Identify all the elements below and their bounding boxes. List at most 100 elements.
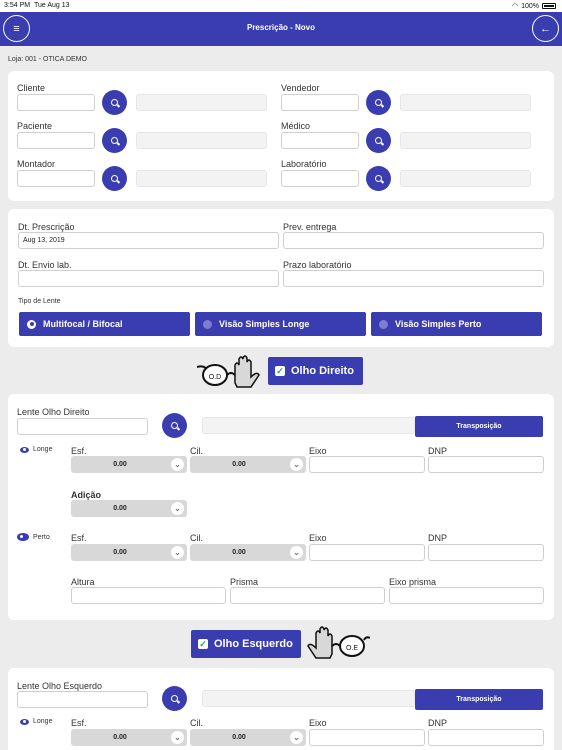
- page-title: Prescrição - Novo: [246, 23, 316, 32]
- od-perto-dnp-input[interactable]: [428, 544, 544, 561]
- paciente-search-button[interactable]: [102, 128, 127, 153]
- search-icon: [375, 137, 382, 144]
- oe-lente-name-field: [202, 690, 415, 707]
- chevron-down-icon: ⌄: [290, 546, 303, 559]
- od-perto-eixo-input[interactable]: [309, 544, 425, 561]
- medico-input[interactable]: [281, 132, 359, 149]
- vendedor-name-field: [400, 94, 531, 111]
- od-longe-esf-select[interactable]: 0.00 ⌄: [71, 456, 187, 473]
- radio-unselected-icon: [379, 319, 388, 329]
- oe-lente-input[interactable]: [17, 691, 148, 708]
- tipo-multifocal-option[interactable]: Multifocal / Bifocal: [19, 312, 190, 336]
- prev-entrega-input[interactable]: [283, 232, 544, 249]
- oe-longe-esf-label: Esf.: [71, 718, 87, 728]
- tipo-multifocal-label: Multifocal / Bifocal: [43, 319, 123, 329]
- search-icon: [375, 175, 382, 182]
- glasses-hand-oe-icon: O.E: [307, 626, 370, 659]
- od-perto-cil-select[interactable]: 0.00 ⌄: [190, 544, 306, 561]
- dt-prescricao-input[interactable]: Aug 13, 2019: [18, 232, 279, 249]
- od-prisma-label: Prisma: [230, 577, 259, 587]
- radio-unselected-icon: [203, 319, 212, 329]
- prazo-input[interactable]: [283, 270, 544, 287]
- dt-prescricao-label: Dt. Prescrição: [18, 222, 75, 232]
- laboratorio-input[interactable]: [281, 170, 359, 187]
- od-lente-name-field: [202, 417, 415, 434]
- oe-longe-cil-select[interactable]: 0.00 ⌄: [190, 729, 306, 746]
- medico-search-button[interactable]: [366, 128, 391, 153]
- nav-bar: ≡ Prescrição - Novo ←: [0, 12, 562, 46]
- oe-longe-esf-select[interactable]: 0.00 ⌄: [71, 729, 187, 746]
- montador-input[interactable]: [17, 170, 95, 187]
- od-eixo-prisma-label: Eixo prisma: [389, 577, 437, 587]
- od-prisma-input[interactable]: [230, 587, 385, 604]
- oe-transposicao-button[interactable]: Transposição: [415, 689, 543, 710]
- wifi-icon: ◠: [511, 3, 519, 10]
- oe-lente-search-button[interactable]: [162, 686, 187, 711]
- chevron-down-icon: ⌄: [290, 458, 303, 471]
- od-perto-dnp-label: DNP: [428, 533, 448, 543]
- oe-longe-eixo-label: Eixo: [309, 718, 327, 728]
- olho-esquerdo-toggle[interactable]: ✓ Olho Esquerdo: [191, 630, 301, 658]
- od-longe-cil-select[interactable]: 0.00 ⌄: [190, 456, 306, 473]
- olho-direito-label: Olho Direito: [291, 365, 354, 377]
- paciente-input[interactable]: [17, 132, 95, 149]
- cliente-input[interactable]: [17, 94, 95, 111]
- laboratorio-search-button[interactable]: [366, 166, 391, 191]
- dt-envio-input[interactable]: [18, 270, 279, 287]
- checkbox-checked-icon: ✓: [198, 639, 208, 649]
- search-icon: [111, 175, 118, 182]
- od-adicao-select[interactable]: 0.00 ⌄: [71, 500, 187, 517]
- od-perto-eixo-label: Eixo: [309, 533, 327, 543]
- montador-label: Montador: [17, 159, 56, 169]
- od-lente-input[interactable]: [17, 418, 148, 435]
- od-longe-eixo-input[interactable]: [309, 456, 425, 473]
- tipo-simples-longe-label: Visão Simples Longe: [219, 319, 310, 329]
- chevron-down-icon: ⌄: [171, 502, 184, 515]
- eye-icon: [17, 533, 29, 541]
- od-lente-label: Lente Olho Direito: [17, 407, 90, 417]
- eye-icon: [20, 718, 29, 725]
- battery-icon: [542, 3, 556, 9]
- vendedor-search-button[interactable]: [366, 90, 391, 115]
- oe-longe-cil-label: Cil.: [190, 718, 203, 728]
- od-card: Lente Olho Direito Transposição Longe Es…: [8, 394, 554, 620]
- prev-entrega-label: Prev. entrega: [283, 222, 337, 232]
- search-icon: [171, 695, 178, 702]
- od-longe-dnp-input[interactable]: [428, 456, 544, 473]
- search-icon: [171, 422, 178, 429]
- oe-longe-eixo-input[interactable]: [309, 729, 425, 746]
- datas-card: Dt. Prescrição Aug 13, 2019 Prev. entreg…: [8, 209, 554, 347]
- od-altura-label: Altura: [71, 577, 95, 587]
- dt-envio-label: Dt. Envio lab.: [18, 260, 72, 270]
- tipo-simples-longe-option[interactable]: Visão Simples Longe: [195, 312, 366, 336]
- battery-percent: 100%: [521, 2, 539, 10]
- od-adicao-label: Adição: [71, 490, 102, 500]
- od-eixo-prisma-input[interactable]: [389, 587, 544, 604]
- olho-direito-toggle[interactable]: ✓ Olho Direito: [268, 357, 363, 385]
- od-lente-search-button[interactable]: [162, 413, 187, 438]
- od-tag: O.D: [209, 374, 221, 381]
- od-perto-esf-label: Esf.: [71, 533, 87, 543]
- montador-search-button[interactable]: [102, 166, 127, 191]
- cliente-search-button[interactable]: [102, 90, 127, 115]
- od-perto-esf-select[interactable]: 0.00 ⌄: [71, 544, 187, 561]
- medico-name-field: [400, 132, 531, 149]
- oe-longe-dnp-label: DNP: [428, 718, 448, 728]
- oe-longe-label: Longe: [20, 718, 52, 725]
- cliente-name-field: [136, 94, 267, 111]
- od-longe-eixo-label: Eixo: [309, 446, 327, 456]
- oe-longe-dnp-input[interactable]: [428, 729, 544, 746]
- search-icon: [375, 99, 382, 106]
- vendedor-input[interactable]: [281, 94, 359, 111]
- oe-card: Lente Olho Esquerdo Transposição Longe E…: [8, 668, 554, 750]
- tipo-simples-perto-option[interactable]: Visão Simples Perto: [371, 312, 542, 336]
- glasses-hand-od-icon: O.D: [197, 355, 260, 388]
- tipo-simples-perto-label: Visão Simples Perto: [395, 319, 482, 329]
- status-bar: 3:54 PM Tue Aug 13 ◠ 100%: [0, 0, 562, 12]
- back-button[interactable]: ←: [532, 15, 559, 42]
- olho-esquerdo-label: Olho Esquerdo: [214, 638, 293, 650]
- od-transposicao-button[interactable]: Transposição: [415, 416, 543, 437]
- od-altura-input[interactable]: [71, 587, 226, 604]
- chevron-down-icon: ⌄: [171, 546, 184, 559]
- status-time: 3:54 PM Tue Aug 13: [4, 2, 70, 9]
